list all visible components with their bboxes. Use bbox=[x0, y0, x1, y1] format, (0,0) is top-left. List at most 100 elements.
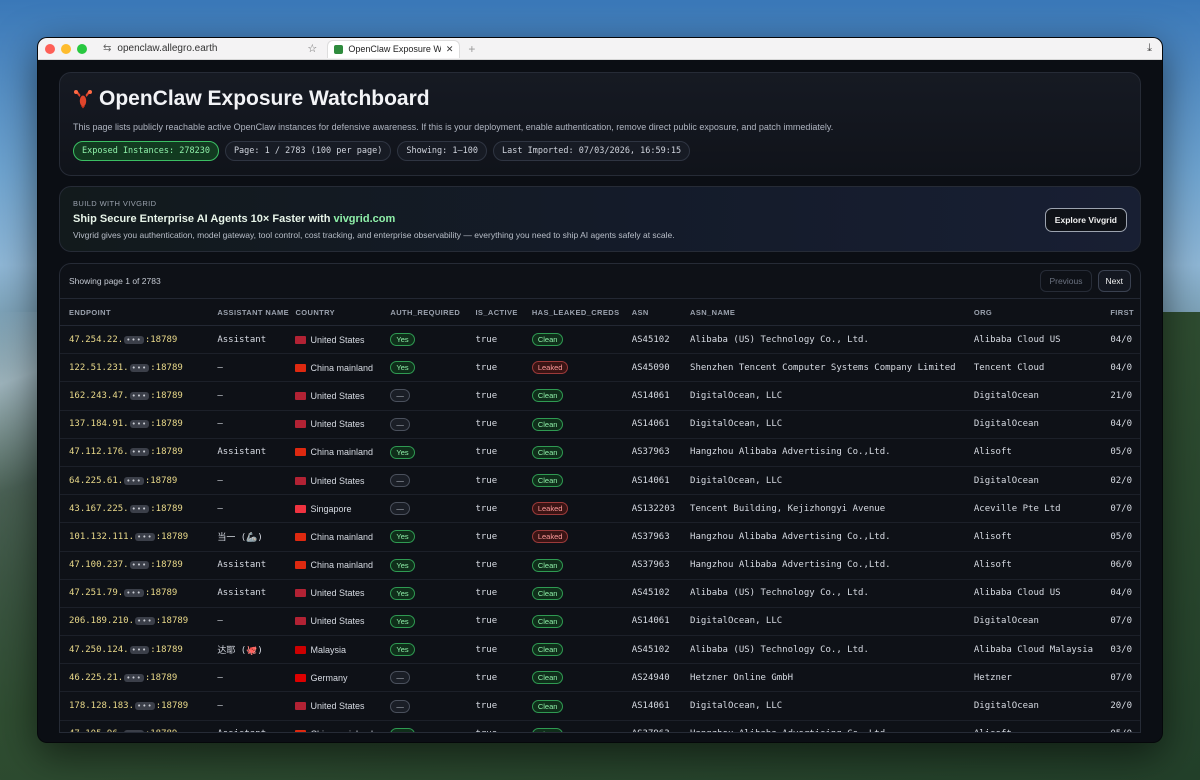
country-flag-icon bbox=[295, 335, 307, 344]
leaked-creds-badge: Clean bbox=[531, 333, 564, 347]
zoom-window-button[interactable] bbox=[77, 43, 87, 54]
endpoint-port: :18789 bbox=[150, 447, 183, 458]
country-cell: Germany bbox=[295, 673, 390, 683]
new-tab-button[interactable]: + bbox=[468, 42, 475, 56]
endpoint-link[interactable]: 64.225.61. •••:18789 bbox=[60, 476, 217, 486]
endpoint-link[interactable]: 137.184.91. •••:18789 bbox=[60, 419, 217, 429]
leaked-creds-badge: Clean bbox=[531, 727, 564, 732]
minimize-window-button[interactable] bbox=[61, 43, 71, 54]
endpoint-link[interactable]: 47.105.96.•••:18789 bbox=[60, 729, 217, 732]
leaked-creds-badge: Clean bbox=[531, 614, 564, 628]
assistant-name: — bbox=[217, 616, 223, 627]
bookmark-star-icon[interactable]: ☆ bbox=[307, 42, 321, 55]
endpoint-ip: 43.167.225. bbox=[69, 503, 129, 514]
page-title-text: OpenClaw Exposure Watchboard bbox=[99, 87, 430, 110]
endpoint-link[interactable]: 47.112.176. •••:18789 bbox=[60, 447, 217, 457]
first-seen-value: 04/0 bbox=[1110, 362, 1133, 373]
endpoint-link[interactable]: 206.189.210. •••:18789 bbox=[60, 616, 217, 626]
leaked-creds-cell: Clean bbox=[531, 389, 632, 403]
table-row: 47.100.237. •••:18789 Assistant China mai… bbox=[60, 552, 1140, 580]
site-settings-icon[interactable]: ⇆ bbox=[103, 43, 111, 54]
asn-value: AS45102 bbox=[631, 644, 670, 655]
table-row: 47.105.96.•••:18789 Assistant China main… bbox=[60, 721, 1140, 732]
ip-mask: ••• bbox=[124, 335, 144, 344]
browser-window: ⇆ openclaw.allegro.earth ☆ OpenClaw Expo… bbox=[37, 37, 1163, 743]
auth-required-badge: Yes bbox=[390, 558, 415, 572]
table-row: 47.251.79. •••:18789 Assistant United Sta… bbox=[60, 580, 1140, 608]
endpoint-ip: 47.250.124. bbox=[69, 644, 129, 655]
auth-required-badge: Yes bbox=[390, 445, 415, 459]
assistant-name: — bbox=[217, 701, 223, 712]
asn-value: AS37963 bbox=[631, 560, 670, 571]
country-name: United States bbox=[310, 334, 365, 345]
table-row: 64.225.61. •••:18789 — United States — tr… bbox=[60, 467, 1140, 496]
leaked-creds-badge: Clean bbox=[531, 445, 564, 459]
column-header[interactable]: AUTH_REQUIRED bbox=[390, 308, 475, 317]
ip-mask: ••• bbox=[129, 448, 150, 457]
endpoint-port: :18789 bbox=[155, 701, 189, 712]
column-header[interactable]: ORG bbox=[974, 308, 1110, 317]
download-icon[interactable]: ⤓ bbox=[1147, 42, 1152, 55]
endpoint-link[interactable]: 43.167.225. •••:18789 bbox=[60, 504, 217, 514]
org-value: Alibaba Cloud US bbox=[973, 334, 1061, 345]
auth-required-badge: — bbox=[390, 699, 410, 713]
endpoint-port: :18789 bbox=[150, 560, 183, 571]
ip-mask: ••• bbox=[124, 589, 144, 598]
first-seen-value: 07/0 bbox=[1110, 672, 1133, 683]
table-row: 43.167.225. •••:18789 — Singapore — true … bbox=[60, 495, 1140, 524]
browser-tab[interactable]: OpenClaw Exposure Wat ✕ bbox=[327, 39, 461, 58]
explore-vivgrid-button[interactable]: Explore Vivgrid bbox=[1044, 208, 1127, 232]
leaked-creds-badge: Leaked bbox=[531, 502, 569, 516]
country-cell: China mainland bbox=[295, 363, 390, 373]
endpoint-link[interactable]: 47.250.124. •••:18789 bbox=[60, 645, 217, 655]
previous-button[interactable]: Previous bbox=[1040, 270, 1092, 292]
address-bar[interactable]: openclaw.allegro.earth bbox=[117, 43, 307, 54]
endpoint-link[interactable]: 47.251.79. •••:18789 bbox=[60, 588, 217, 598]
column-header[interactable]: ENDPOINT bbox=[60, 308, 217, 317]
country-name: China mainland bbox=[310, 560, 374, 571]
endpoint-link[interactable]: 47.100.237. •••:18789 bbox=[60, 560, 217, 570]
leaked-creds-cell: Leaked bbox=[531, 530, 632, 544]
org-value: Aceville Pte Ltd bbox=[973, 503, 1061, 514]
leaked-creds-badge: Clean bbox=[531, 389, 564, 403]
ip-mask: ••• bbox=[124, 673, 144, 682]
org-value: Tencent Cloud bbox=[973, 362, 1045, 373]
column-header[interactable]: ASN bbox=[632, 308, 690, 317]
is-active-value: true bbox=[475, 672, 498, 683]
column-header[interactable]: ASN_NAME bbox=[690, 308, 974, 317]
endpoint-link[interactable]: 122.51.231. •••:18789 bbox=[60, 363, 217, 373]
endpoint-port: :18789 bbox=[150, 419, 183, 430]
endpoint-link[interactable]: 46.225.21. •••:18789 bbox=[60, 673, 217, 683]
column-header[interactable]: FIRST bbox=[1110, 308, 1140, 317]
column-header[interactable]: IS_ACTIVE bbox=[475, 308, 531, 317]
is-active-value: true bbox=[475, 616, 498, 627]
endpoint-link[interactable]: 101.132.111. •••:18789 bbox=[60, 532, 217, 542]
next-button[interactable]: Next bbox=[1097, 270, 1131, 292]
ip-mask: ••• bbox=[129, 391, 150, 400]
endpoint-port: :18789 bbox=[150, 503, 183, 514]
ip-mask: ••• bbox=[129, 504, 150, 513]
promo-link[interactable]: vivgrid.com bbox=[334, 213, 396, 225]
column-header[interactable]: HAS_LEAKED_CREDS bbox=[532, 308, 632, 317]
country-name: United States bbox=[310, 616, 365, 627]
asn-name-value: Hangzhou Alibaba Advertising Co.,Ltd. bbox=[690, 729, 974, 732]
endpoint-link[interactable]: 47.254.22. •••:18789 bbox=[60, 335, 217, 345]
asn-value: AS37963 bbox=[632, 729, 690, 732]
org-value: DigitalOcean bbox=[973, 616, 1039, 627]
tab-close-icon[interactable]: ✕ bbox=[446, 44, 454, 55]
endpoint-link[interactable]: 162.243.47. •••:18789 bbox=[60, 391, 217, 401]
country-cell: China mainland bbox=[295, 532, 390, 542]
auth-required-badge: — bbox=[390, 474, 410, 488]
first-seen-value: 05/0 bbox=[1110, 447, 1133, 458]
close-window-button[interactable] bbox=[45, 43, 55, 54]
endpoint-link[interactable]: 178.128.183. •••:18789 bbox=[60, 701, 217, 711]
leaked-creds-badge: Clean bbox=[531, 671, 564, 685]
org-value: Alibaba Cloud Malaysia bbox=[973, 644, 1094, 655]
column-header[interactable]: COUNTRY bbox=[295, 308, 390, 317]
endpoint-ip: 47.105.96. bbox=[69, 729, 123, 732]
table-row: 46.225.21. •••:18789 — Germany — true Cle… bbox=[60, 664, 1140, 693]
auth-required-badge: Yes bbox=[390, 586, 415, 600]
leaked-creds-cell: Clean bbox=[531, 614, 632, 628]
column-header[interactable]: ASSISTANT NAME bbox=[217, 308, 295, 317]
auth-required-cell: Yes bbox=[390, 530, 475, 544]
